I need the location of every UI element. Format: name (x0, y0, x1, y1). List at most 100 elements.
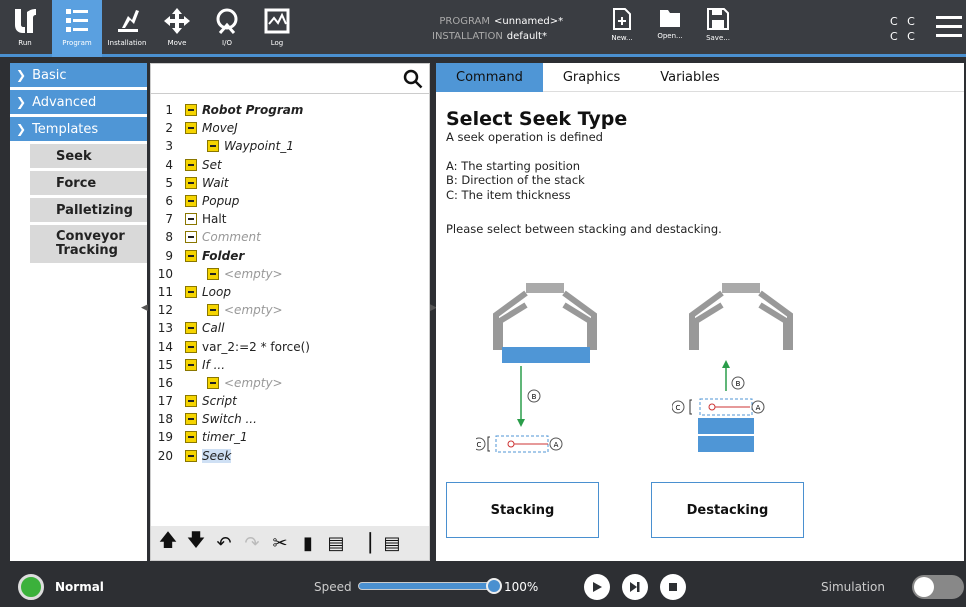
speed-slider-handle[interactable] (486, 578, 502, 594)
tree-node-icon (185, 322, 197, 335)
nav-run-label: Run (18, 39, 32, 47)
gripper-right-finger (562, 290, 597, 350)
tree-node-icon (185, 213, 197, 226)
tree-node[interactable]: 10 <empty> (151, 265, 429, 283)
tree-node-label: timer_1 (202, 430, 248, 445)
installation-icon (118, 10, 139, 32)
tree-line-number: 20 (157, 448, 173, 463)
tree-node-label: Seek (202, 448, 232, 463)
cc-line-1: C C (890, 15, 918, 28)
tree-node-label: Halt (202, 212, 227, 227)
tree-node[interactable]: 13 Call (151, 319, 429, 337)
start-point (507, 440, 515, 448)
simulation-toggle-knob (914, 577, 934, 597)
tree-node[interactable]: 6 Popup (151, 192, 429, 210)
nav-move-button[interactable]: Move (152, 0, 202, 57)
tree-node[interactable]: 2 MoveJ (151, 119, 429, 137)
destacking-button[interactable]: Destacking (651, 482, 804, 538)
simulation-toggle[interactable] (912, 575, 964, 599)
robot-status-icon[interactable] (18, 574, 44, 600)
template-seek[interactable]: Seek (30, 144, 147, 168)
gripper-left-finger (493, 290, 528, 350)
new-file-icon (613, 8, 631, 30)
start-point (708, 403, 716, 411)
tree-node-label: Loop (202, 284, 231, 299)
tree-node-label: <empty> (224, 375, 283, 390)
tree-node-icon (185, 158, 197, 171)
nav-basic[interactable]: ❯ Basic (10, 63, 147, 87)
tree-node[interactable]: 3 Waypoint_1 (151, 137, 429, 155)
stop-button[interactable] (660, 574, 686, 600)
tree-line-number: 3 (165, 139, 173, 154)
tree-node-label: Popup (202, 194, 240, 209)
open-button[interactable]: Open... (650, 8, 690, 40)
hamburger-menu-icon[interactable] (936, 16, 962, 38)
tree-node-label: Call (202, 321, 225, 336)
tree-node-icon (207, 376, 219, 389)
tab-graphics[interactable]: Graphics (543, 63, 640, 92)
tree-node[interactable]: 12 <empty> (151, 301, 429, 319)
suppress-icon[interactable]: ▤ (381, 532, 403, 554)
move-down-icon[interactable]: 🡇 (185, 530, 207, 554)
tree-node[interactable]: 8 Comment (151, 228, 429, 246)
tree-node[interactable]: 1 Robot Program (151, 101, 429, 119)
save-button[interactable]: Save... (698, 8, 738, 42)
tree-node[interactable]: 14 var_2:=2 * force() (151, 337, 429, 355)
nav-templates[interactable]: ❯ Templates (10, 117, 147, 141)
tree-node[interactable]: 5 Wait (151, 174, 429, 192)
page-title: Select Seek Type (446, 108, 628, 130)
nav-io-button[interactable]: I/O (202, 0, 252, 57)
step-button[interactable] (622, 574, 648, 600)
collapse-left-icon[interactable]: ◀ (141, 303, 148, 313)
intro-text: A seek operation is defined (446, 130, 603, 144)
nav-run-button[interactable]: Run (0, 0, 50, 57)
marker-a-label: A (756, 404, 761, 412)
search-icon[interactable] (403, 69, 423, 89)
redo-icon[interactable]: ↷ (241, 532, 263, 554)
tree-line-number: 9 (165, 248, 173, 263)
template-palletizing[interactable]: Palletizing (30, 198, 147, 222)
tab-variables[interactable]: Variables (640, 63, 739, 92)
chevron-right-icon: ❯ (16, 68, 27, 82)
stop-icon (669, 583, 677, 591)
paste-icon[interactable]: ▤ (325, 532, 347, 554)
template-conveyor-tracking[interactable]: Conveyor Tracking (30, 225, 147, 263)
cut-icon[interactable]: ✂ (269, 532, 291, 554)
stacking-button[interactable]: Stacking (446, 482, 599, 538)
tree-node[interactable]: 17 Script (151, 392, 429, 410)
tree-node[interactable]: 11 Loop (151, 283, 429, 301)
nav-io-label: I/O (222, 39, 232, 47)
new-button[interactable]: New... (602, 8, 642, 42)
tree-search-bar[interactable] (151, 64, 429, 94)
program-tree-panel: 1 Robot Program 2 MoveJ 3 Waypoint_1 4 Set 5 Wait… (150, 63, 430, 561)
nav-log-button[interactable]: Log (252, 0, 302, 57)
delete-icon[interactable]: ▕ (353, 532, 375, 554)
marker-c-label: C (676, 404, 681, 412)
nav-program-label: Program (62, 39, 92, 47)
template-force[interactable]: Force (30, 171, 147, 195)
nav-advanced-label: Advanced (32, 94, 97, 110)
undo-icon[interactable]: ↶ (213, 532, 235, 554)
tree-node[interactable]: 4 Set (151, 156, 429, 174)
tree-node[interactable]: 19 timer_1 (151, 428, 429, 446)
tree-node[interactable]: 9 Folder (151, 247, 429, 265)
nav-installation-button[interactable]: Installation (102, 0, 152, 57)
move-up-icon[interactable]: 🡅 (157, 530, 179, 554)
nav-program-button[interactable]: Program (52, 0, 102, 57)
tree-node[interactable]: 7 Halt (151, 210, 429, 228)
tree-node-icon (185, 413, 197, 426)
tree-line-number: 13 (157, 321, 173, 336)
tree-node[interactable]: 20 Seek (151, 447, 429, 465)
installation-label: INSTALLATION (432, 31, 503, 42)
play-button[interactable] (584, 574, 610, 600)
nav-templates-label: Templates (32, 121, 99, 137)
copy-icon[interactable]: ▮ (297, 532, 319, 554)
top-bar: Run Program Installation Move I/O Log PR… (0, 0, 966, 57)
log-icon (264, 8, 290, 34)
tree-node[interactable]: 15 If ... (151, 356, 429, 374)
speed-slider[interactable] (358, 582, 494, 590)
tab-command[interactable]: Command (436, 63, 543, 92)
nav-advanced[interactable]: ❯ Advanced (10, 90, 147, 114)
tree-node[interactable]: 18 Switch ... (151, 410, 429, 428)
tree-node[interactable]: 16 <empty> (151, 374, 429, 392)
